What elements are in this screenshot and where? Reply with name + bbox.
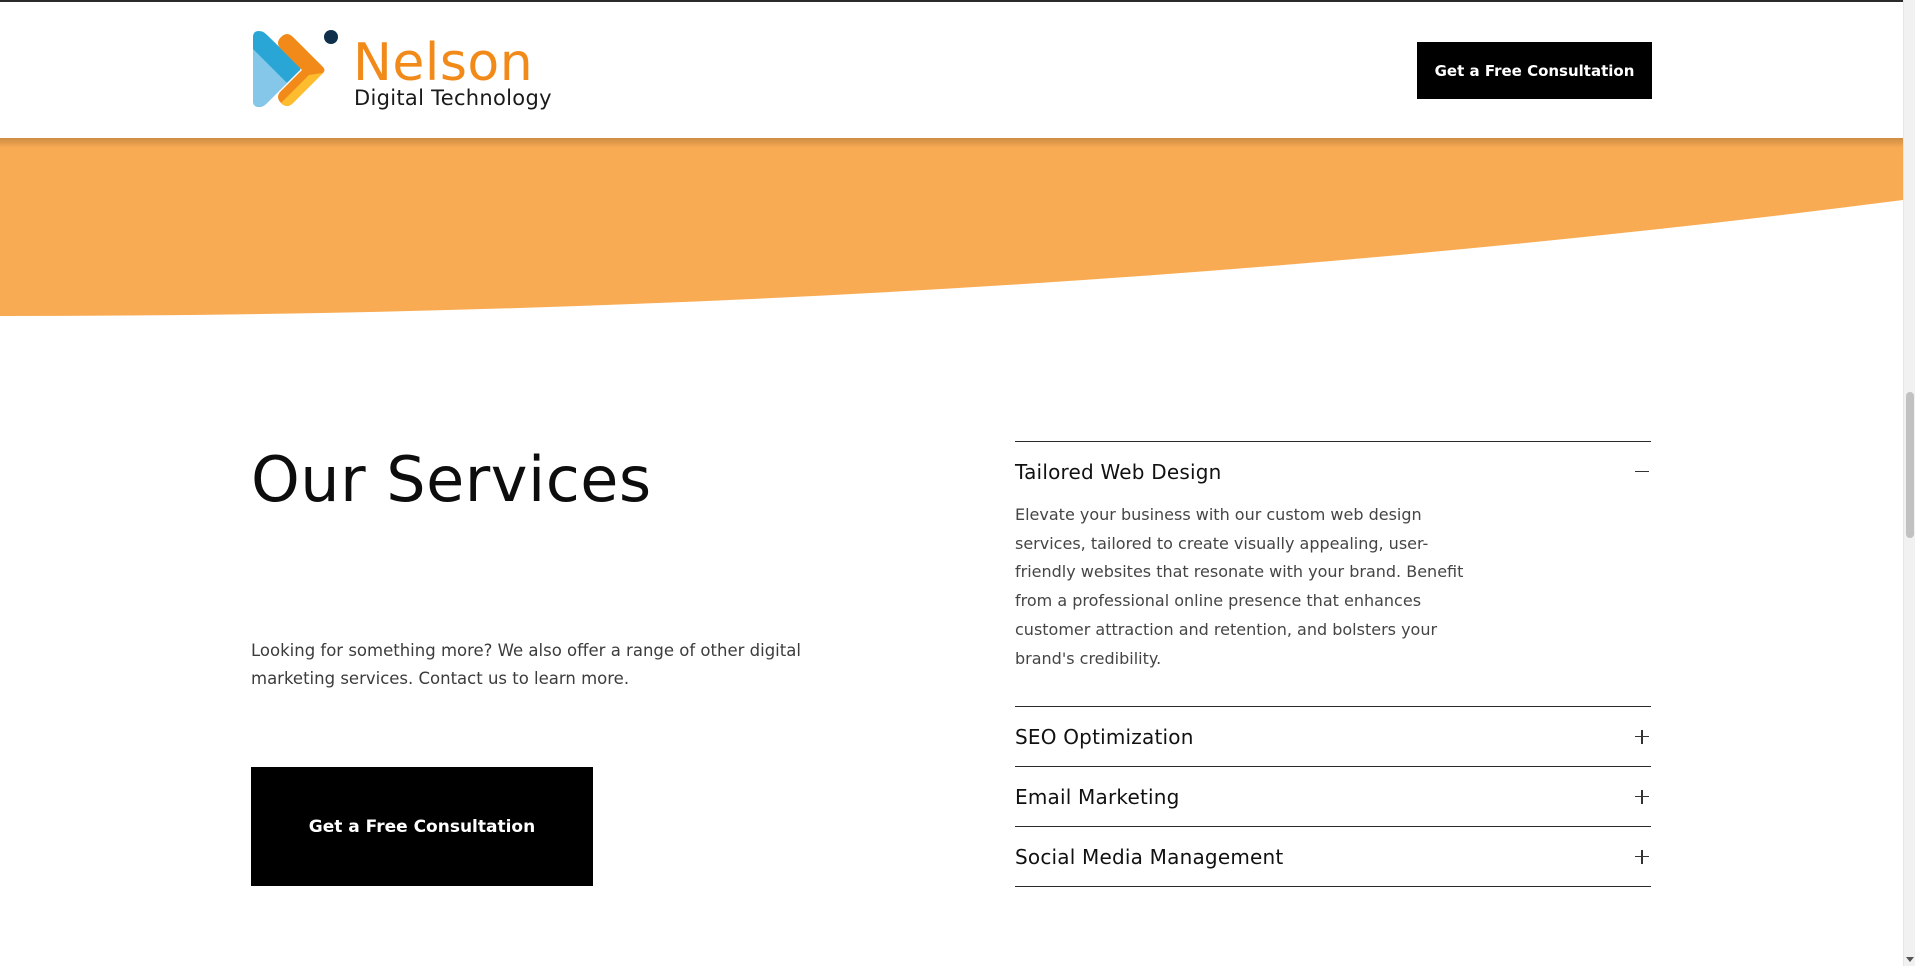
scroll-down-arrow-icon[interactable]	[1906, 957, 1914, 962]
accordion-title: Tailored Web Design	[1015, 459, 1222, 484]
accordion-header-social[interactable]: Social Media Management	[1015, 827, 1651, 886]
accordion-title: Email Marketing	[1015, 784, 1180, 809]
logo-icon	[253, 30, 338, 107]
minus-icon[interactable]	[1633, 463, 1651, 481]
logo-link[interactable]: Nelson Digital Technology	[251, 27, 561, 111]
header-consultation-button[interactable]: Get a Free Consultation	[1417, 42, 1652, 99]
scrollbar-thumb[interactable]	[1906, 392, 1914, 538]
accordion-body-web-design: Elevate your business with our custom we…	[1015, 505, 1464, 668]
header-shadow	[0, 138, 1903, 148]
plus-icon[interactable]	[1633, 728, 1651, 746]
accordion-title: SEO Optimization	[1015, 724, 1194, 749]
accordion-item-seo: SEO Optimization	[1015, 706, 1651, 766]
accordion-header-seo[interactable]: SEO Optimization	[1015, 707, 1651, 766]
services-accordion: Tailored Web Design Elevate your busines…	[1015, 441, 1651, 888]
accordion-header-web-design[interactable]: Tailored Web Design	[1015, 442, 1651, 501]
page-viewport: Nelson Digital Technology Get a Free Con…	[0, 0, 1915, 966]
accordion-header-email[interactable]: Email Marketing	[1015, 767, 1651, 826]
site-header: Nelson Digital Technology Get a Free Con…	[0, 2, 1903, 138]
orange-wave-band	[0, 138, 1903, 316]
plus-icon[interactable]	[1633, 848, 1651, 866]
accordion-item-social: Social Media Management	[1015, 826, 1651, 888]
services-intro-text: Looking for something more? We also offe…	[251, 641, 801, 688]
logo-name: Nelson	[353, 33, 534, 93]
accordion-item-email: Email Marketing	[1015, 766, 1651, 826]
consultation-button[interactable]: Get a Free Consultation	[251, 767, 593, 886]
plus-icon[interactable]	[1633, 788, 1651, 806]
accordion-item-web-design: Tailored Web Design Elevate your busines…	[1015, 441, 1651, 706]
services-heading: Our Services	[251, 443, 652, 516]
logo-tagline: Digital Technology	[354, 86, 552, 110]
page-scrollbar[interactable]	[1903, 0, 1915, 966]
accordion-title: Social Media Management	[1015, 844, 1284, 869]
